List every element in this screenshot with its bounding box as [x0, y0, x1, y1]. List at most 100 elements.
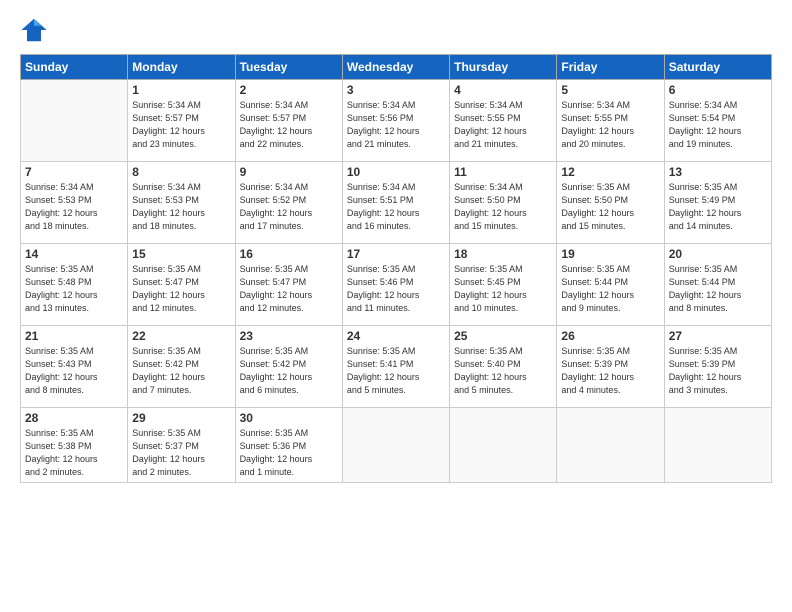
- calendar-cell: 10 Sunrise: 5:34 AM Sunset: 5:51 PM Dayli…: [342, 162, 449, 244]
- day-info: Sunrise: 5:35 AM Sunset: 5:45 PM Dayligh…: [454, 263, 552, 315]
- day-info: Sunrise: 5:34 AM Sunset: 5:53 PM Dayligh…: [132, 181, 230, 233]
- calendar-cell: 1 Sunrise: 5:34 AM Sunset: 5:57 PM Daylig…: [128, 80, 235, 162]
- calendar-cell: 14Sunrise: 5:35 AM Sunset: 5:48 PM Dayli…: [21, 244, 128, 326]
- calendar-cell: [342, 408, 449, 483]
- day-info: Sunrise: 5:35 AM Sunset: 5:38 PM Dayligh…: [25, 427, 123, 479]
- calendar-cell: 7 Sunrise: 5:34 AM Sunset: 5:53 PM Daylig…: [21, 162, 128, 244]
- day-info: Sunrise: 5:35 AM Sunset: 5:49 PM Dayligh…: [669, 181, 767, 233]
- day-number: 19: [561, 247, 659, 261]
- day-info: Sunrise: 5:34 AM Sunset: 5:50 PM Dayligh…: [454, 181, 552, 233]
- page: SundayMondayTuesdayWednesdayThursdayFrid…: [0, 0, 792, 612]
- calendar-cell: 24 Sunrise: 5:35 AM Sunset: 5:41 PM Dayli…: [342, 326, 449, 408]
- header: [20, 16, 772, 44]
- calendar-cell: [557, 408, 664, 483]
- calendar-cell: 15 Sunrise: 5:35 AM Sunset: 5:47 PM Dayli…: [128, 244, 235, 326]
- day-number: 24: [347, 329, 445, 343]
- calendar-cell: 22 Sunrise: 5:35 AM Sunset: 5:42 PM Dayli…: [128, 326, 235, 408]
- calendar: SundayMondayTuesdayWednesdayThursdayFrid…: [20, 54, 772, 483]
- calendar-cell: 8 Sunrise: 5:34 AM Sunset: 5:53 PM Daylig…: [128, 162, 235, 244]
- day-info: Sunrise: 5:34 AM Sunset: 5:55 PM Dayligh…: [454, 99, 552, 151]
- logo-icon: [20, 16, 48, 44]
- calendar-cell: 2Sunrise: 5:34 AM Sunset: 5:57 PM Daylig…: [235, 80, 342, 162]
- day-info: Sunrise: 5:35 AM Sunset: 5:47 PM Dayligh…: [132, 263, 230, 315]
- day-info: Sunrise: 5:35 AM Sunset: 5:47 PM Dayligh…: [240, 263, 338, 315]
- calendar-cell: 18Sunrise: 5:35 AM Sunset: 5:45 PM Dayli…: [450, 244, 557, 326]
- day-number: 5: [561, 83, 659, 97]
- calendar-cell: 26Sunrise: 5:35 AM Sunset: 5:39 PM Dayli…: [557, 326, 664, 408]
- calendar-cell: 9 Sunrise: 5:34 AM Sunset: 5:52 PM Daylig…: [235, 162, 342, 244]
- day-number: 4: [454, 83, 552, 97]
- day-number: 16: [240, 247, 338, 261]
- day-info: Sunrise: 5:35 AM Sunset: 5:50 PM Dayligh…: [561, 181, 659, 233]
- calendar-row-5: 28 Sunrise: 5:35 AM Sunset: 5:38 PM Dayli…: [21, 408, 772, 483]
- day-info: Sunrise: 5:35 AM Sunset: 5:46 PM Dayligh…: [347, 263, 445, 315]
- day-number: 30: [240, 411, 338, 425]
- day-number: 7: [25, 165, 123, 179]
- day-info: Sunrise: 5:34 AM Sunset: 5:56 PM Dayligh…: [347, 99, 445, 151]
- day-number: 25: [454, 329, 552, 343]
- day-info: Sunrise: 5:35 AM Sunset: 5:36 PM Dayligh…: [240, 427, 338, 479]
- day-number: 27: [669, 329, 767, 343]
- weekday-header-wednesday: Wednesday: [342, 55, 449, 80]
- day-number: 12: [561, 165, 659, 179]
- weekday-header-monday: Monday: [128, 55, 235, 80]
- day-number: 15: [132, 247, 230, 261]
- day-number: 6: [669, 83, 767, 97]
- calendar-cell: 21 Sunrise: 5:35 AM Sunset: 5:43 PM Dayli…: [21, 326, 128, 408]
- day-info: Sunrise: 5:34 AM Sunset: 5:53 PM Dayligh…: [25, 181, 123, 233]
- weekday-header-tuesday: Tuesday: [235, 55, 342, 80]
- logo: [20, 16, 50, 44]
- weekday-header-friday: Friday: [557, 55, 664, 80]
- calendar-cell: 5 Sunrise: 5:34 AM Sunset: 5:55 PM Daylig…: [557, 80, 664, 162]
- day-number: 20: [669, 247, 767, 261]
- day-number: 28: [25, 411, 123, 425]
- calendar-row-4: 21 Sunrise: 5:35 AM Sunset: 5:43 PM Dayli…: [21, 326, 772, 408]
- day-info: Sunrise: 5:35 AM Sunset: 5:39 PM Dayligh…: [561, 345, 659, 397]
- calendar-cell: 30 Sunrise: 5:35 AM Sunset: 5:36 PM Dayli…: [235, 408, 342, 483]
- day-info: Sunrise: 5:35 AM Sunset: 5:41 PM Dayligh…: [347, 345, 445, 397]
- day-number: 23: [240, 329, 338, 343]
- day-info: Sunrise: 5:35 AM Sunset: 5:48 PM Dayligh…: [25, 263, 123, 315]
- day-number: 29: [132, 411, 230, 425]
- day-info: Sunrise: 5:34 AM Sunset: 5:55 PM Dayligh…: [561, 99, 659, 151]
- day-number: 10: [347, 165, 445, 179]
- day-number: 11: [454, 165, 552, 179]
- calendar-cell: [450, 408, 557, 483]
- day-number: 22: [132, 329, 230, 343]
- calendar-cell: 17 Sunrise: 5:35 AM Sunset: 5:46 PM Dayli…: [342, 244, 449, 326]
- day-info: Sunrise: 5:34 AM Sunset: 5:52 PM Dayligh…: [240, 181, 338, 233]
- calendar-cell: 3 Sunrise: 5:34 AM Sunset: 5:56 PM Daylig…: [342, 80, 449, 162]
- calendar-row-1: 1 Sunrise: 5:34 AM Sunset: 5:57 PM Daylig…: [21, 80, 772, 162]
- day-info: Sunrise: 5:35 AM Sunset: 5:43 PM Dayligh…: [25, 345, 123, 397]
- day-number: 13: [669, 165, 767, 179]
- day-info: Sunrise: 5:34 AM Sunset: 5:54 PM Dayligh…: [669, 99, 767, 151]
- day-info: Sunrise: 5:35 AM Sunset: 5:40 PM Dayligh…: [454, 345, 552, 397]
- calendar-row-2: 7 Sunrise: 5:34 AM Sunset: 5:53 PM Daylig…: [21, 162, 772, 244]
- calendar-cell: 11 Sunrise: 5:34 AM Sunset: 5:50 PM Dayli…: [450, 162, 557, 244]
- day-info: Sunrise: 5:35 AM Sunset: 5:39 PM Dayligh…: [669, 345, 767, 397]
- weekday-header-sunday: Sunday: [21, 55, 128, 80]
- day-info: Sunrise: 5:35 AM Sunset: 5:37 PM Dayligh…: [132, 427, 230, 479]
- day-info: Sunrise: 5:35 AM Sunset: 5:44 PM Dayligh…: [561, 263, 659, 315]
- day-number: 2: [240, 83, 338, 97]
- calendar-cell: 6 Sunrise: 5:34 AM Sunset: 5:54 PM Daylig…: [664, 80, 771, 162]
- day-info: Sunrise: 5:34 AM Sunset: 5:51 PM Dayligh…: [347, 181, 445, 233]
- weekday-header-thursday: Thursday: [450, 55, 557, 80]
- calendar-cell: 12 Sunrise: 5:35 AM Sunset: 5:50 PM Dayli…: [557, 162, 664, 244]
- calendar-cell: 25 Sunrise: 5:35 AM Sunset: 5:40 PM Dayli…: [450, 326, 557, 408]
- day-number: 9: [240, 165, 338, 179]
- day-number: 21: [25, 329, 123, 343]
- day-info: Sunrise: 5:35 AM Sunset: 5:42 PM Dayligh…: [240, 345, 338, 397]
- day-number: 8: [132, 165, 230, 179]
- day-number: 1: [132, 83, 230, 97]
- day-number: 17: [347, 247, 445, 261]
- day-number: 3: [347, 83, 445, 97]
- calendar-cell: 19 Sunrise: 5:35 AM Sunset: 5:44 PM Dayli…: [557, 244, 664, 326]
- day-info: Sunrise: 5:34 AM Sunset: 5:57 PM Dayligh…: [132, 99, 230, 151]
- calendar-cell: 29 Sunrise: 5:35 AM Sunset: 5:37 PM Dayli…: [128, 408, 235, 483]
- calendar-cell: 28 Sunrise: 5:35 AM Sunset: 5:38 PM Dayli…: [21, 408, 128, 483]
- calendar-cell: [21, 80, 128, 162]
- day-info: Sunrise: 5:35 AM Sunset: 5:44 PM Dayligh…: [669, 263, 767, 315]
- day-info: Sunrise: 5:35 AM Sunset: 5:42 PM Dayligh…: [132, 345, 230, 397]
- calendar-cell: 13 Sunrise: 5:35 AM Sunset: 5:49 PM Dayli…: [664, 162, 771, 244]
